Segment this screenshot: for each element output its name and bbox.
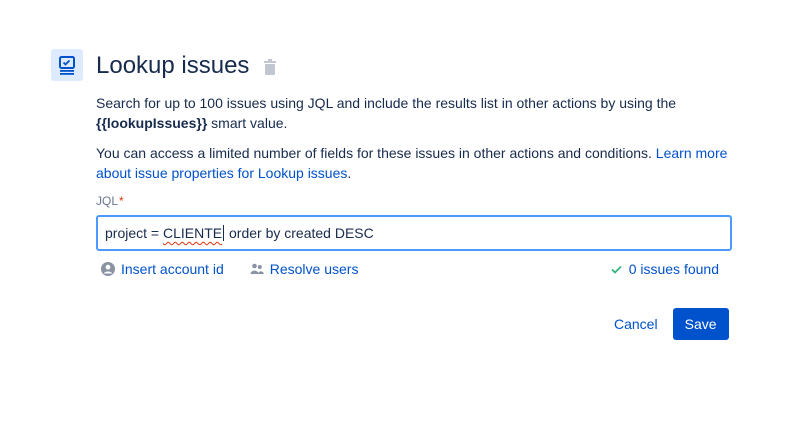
trash-icon[interactable] bbox=[264, 59, 277, 75]
description-text: Search for up to 100 issues using JQL an… bbox=[96, 95, 677, 111]
jql-helpers: Insert account id Resolve users 0 issues… bbox=[96, 260, 732, 278]
content: Search for up to 100 issues using JQL an… bbox=[96, 93, 736, 278]
check-icon bbox=[611, 265, 622, 274]
lookup-issues-icon bbox=[51, 49, 83, 81]
insert-account-id-label: Insert account id bbox=[121, 261, 224, 277]
jql-input[interactable]: project = CLIENTE order by created DESC bbox=[96, 215, 732, 251]
form-actions: Cancel Save bbox=[604, 308, 729, 340]
text-cursor bbox=[223, 225, 225, 241]
insert-account-id-button[interactable]: Insert account id bbox=[101, 260, 224, 278]
issues-found-status: 0 issues found bbox=[611, 260, 719, 278]
cancel-button[interactable]: Cancel bbox=[604, 308, 668, 340]
issues-found-label: 0 issues found bbox=[628, 261, 719, 277]
user-avatar-icon bbox=[101, 262, 115, 276]
jql-value-after: order by created DESC bbox=[225, 225, 374, 241]
description-suffix: smart value. bbox=[207, 115, 288, 131]
people-icon bbox=[250, 263, 264, 274]
jql-misspelled-word: CLIENTE bbox=[162, 225, 223, 241]
jql-label-text: JQL bbox=[96, 194, 119, 208]
description-fields: You can access a limited number of field… bbox=[96, 143, 736, 183]
jql-value-before: project = bbox=[105, 225, 163, 241]
jql-label: JQL* bbox=[96, 193, 736, 209]
header: Lookup issues bbox=[96, 50, 277, 82]
resolve-users-label: Resolve users bbox=[269, 261, 359, 277]
description-search: Search for up to 100 issues using JQL an… bbox=[96, 93, 736, 133]
resolve-users-button[interactable]: Resolve users bbox=[250, 260, 359, 278]
page-title: Lookup issues bbox=[96, 52, 250, 79]
smart-value: {{lookupIssues}} bbox=[96, 115, 208, 131]
description-fields-text: You can access a limited number of field… bbox=[96, 145, 652, 161]
save-button[interactable]: Save bbox=[672, 308, 729, 340]
required-marker: * bbox=[119, 194, 124, 208]
description-fields-end: . bbox=[347, 165, 352, 181]
